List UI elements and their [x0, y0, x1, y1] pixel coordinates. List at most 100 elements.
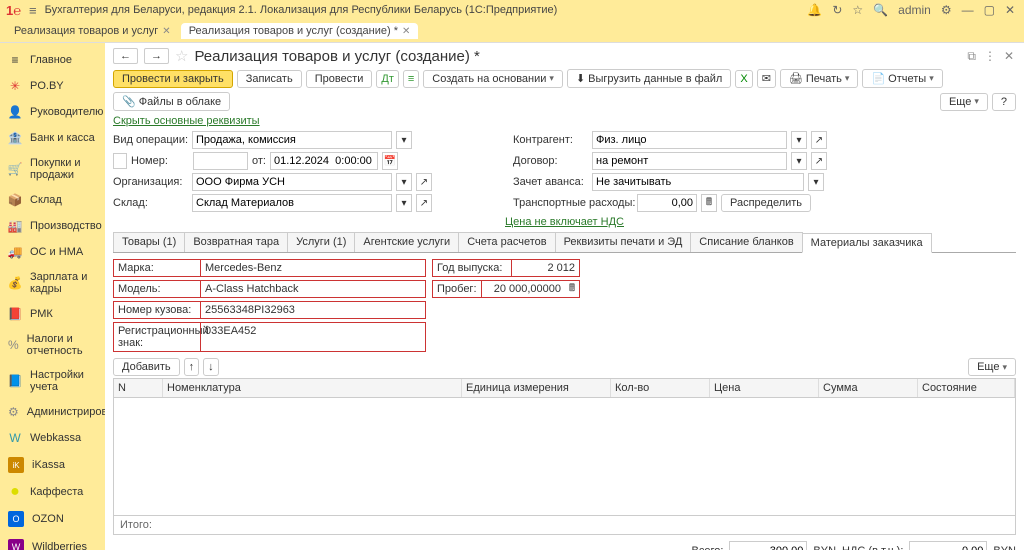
star-icon[interactable]: ☆ — [852, 3, 863, 17]
tab-close-icon[interactable]: ✕ — [162, 26, 170, 37]
sidebar-item-kaffesta[interactable]: ●Каффеста — [0, 479, 105, 505]
op-type-field[interactable] — [192, 131, 392, 149]
trans-field[interactable] — [637, 194, 697, 212]
dropdown-icon[interactable]: ▾ — [396, 173, 412, 191]
hide-main-link[interactable]: Скрыть основные реквизиты — [113, 115, 260, 127]
sidebar-item-taxes[interactable]: %Налоги и отчетность — [0, 327, 105, 363]
org-field[interactable] — [192, 173, 392, 191]
dt-kt-list-icon[interactable]: ≡ — [403, 70, 419, 88]
search-icon[interactable]: 🔍 — [873, 3, 888, 17]
tab-close-icon[interactable]: ✕ — [402, 26, 410, 37]
col-unit[interactable]: Единица измерения — [462, 379, 611, 397]
date-field[interactable] — [270, 152, 378, 170]
history-icon[interactable]: ↻ — [832, 3, 842, 17]
year-field[interactable]: 2 012 — [512, 260, 579, 276]
wh-field[interactable] — [192, 194, 392, 212]
minimize-icon[interactable]: — — [962, 3, 974, 17]
col-n[interactable]: N — [114, 379, 163, 397]
dropdown-icon[interactable]: ▾ — [396, 131, 412, 149]
sidebar-item-manager[interactable]: 👤Руководителю — [0, 99, 105, 125]
add-row-button[interactable]: Добавить — [113, 358, 180, 376]
open-tab-1[interactable]: Реализация товаров и услуг (создание) *✕ — [181, 23, 419, 39]
sidebar-item-settings[interactable]: 📘Настройки учета — [0, 363, 105, 399]
nav-fwd[interactable]: → — [144, 48, 169, 64]
excel-icon[interactable]: X — [735, 70, 752, 88]
open-icon[interactable]: ↗ — [416, 173, 432, 191]
move-up-icon[interactable]: ↑ — [184, 358, 200, 376]
offset-field[interactable] — [592, 173, 804, 191]
vin-field[interactable]: 25563348PI32963 — [201, 302, 425, 318]
calendar-icon[interactable]: 📅 — [382, 152, 398, 170]
nav-back[interactable]: ← — [113, 48, 138, 64]
more-button[interactable]: Еще — [940, 93, 988, 111]
doc-tab-1[interactable]: Возвратная тара — [184, 232, 288, 252]
dog-field[interactable] — [592, 152, 787, 170]
post-button[interactable]: Провести — [306, 70, 373, 88]
ctr-field[interactable] — [592, 131, 787, 149]
open-icon[interactable]: ↗ — [811, 152, 827, 170]
brand-field[interactable]: Mercedes-Benz — [201, 260, 425, 276]
doc-tab-0[interactable]: Товары (1) — [113, 232, 185, 252]
dropdown-icon[interactable]: ▾ — [791, 131, 807, 149]
post-close-button[interactable]: Провести и закрыть — [113, 70, 233, 88]
sidebar-item-ozon[interactable]: OOZON — [0, 505, 105, 533]
open-tab-0[interactable]: Реализация товаров и услуг✕ — [6, 23, 179, 39]
save-button[interactable]: Записать — [237, 70, 302, 88]
distribute-button[interactable]: Распределить — [721, 194, 811, 212]
open-icon[interactable]: ↗ — [811, 131, 827, 149]
menu-icon[interactable]: ≡ — [29, 3, 37, 18]
print-button[interactable]: 🖨 Печать — [780, 69, 859, 88]
sidebar-item-rmk[interactable]: 📕РМК — [0, 301, 105, 327]
calc-icon[interactable]: 🖩 — [565, 281, 579, 297]
help-button[interactable]: ? — [992, 93, 1016, 111]
doc-tab-3[interactable]: Агентские услуги — [354, 232, 459, 252]
table-more-button[interactable]: Еще — [968, 358, 1016, 376]
mileage-field[interactable]: 20 000,00000 — [482, 281, 565, 297]
detach-icon[interactable]: ⧉ — [967, 49, 976, 64]
col-qty[interactable]: Кол-во — [611, 379, 710, 397]
move-down-icon[interactable]: ↓ — [203, 358, 219, 376]
sidebar-item-sales[interactable]: 🛒Покупки и продажи — [0, 151, 105, 187]
sidebar-item-salary[interactable]: 💰Зарплата и кадры — [0, 265, 105, 301]
reports-button[interactable]: 📄 Отчеты — [862, 69, 942, 88]
col-sum[interactable]: Сумма — [819, 379, 918, 397]
col-state[interactable]: Состояние — [918, 379, 1015, 397]
plate-field[interactable]: 033EA452 — [201, 323, 425, 351]
doc-tab-2[interactable]: Услуги (1) — [287, 232, 355, 252]
sidebar-item-ikassa[interactable]: iKiKassa — [0, 451, 105, 479]
doc-tab-4[interactable]: Счета расчетов — [458, 232, 555, 252]
export-button[interactable]: ⬇ Выгрузить данные в файл — [567, 69, 731, 88]
model-field[interactable]: A-Class Hatchback — [201, 281, 425, 297]
dropdown-icon[interactable]: ▾ — [808, 173, 824, 191]
price-vat-link[interactable]: Цена не включает НДС — [505, 216, 624, 228]
num-field[interactable] — [193, 152, 248, 170]
sidebar-item-main[interactable]: ≡Главное — [0, 47, 105, 73]
doc-tab-6[interactable]: Списание бланков — [690, 232, 802, 252]
dropdown-icon[interactable]: ▾ — [791, 152, 807, 170]
doc-tab-7[interactable]: Материалы заказчика — [802, 233, 932, 253]
dropdown-icon[interactable]: ▾ — [396, 194, 412, 212]
calc-icon[interactable]: 🖩 — [701, 194, 717, 212]
close-icon[interactable]: ✕ — [1004, 49, 1014, 64]
dt-kt-icon[interactable]: Дт — [376, 70, 399, 88]
menu-icon[interactable]: ⋮ — [984, 49, 996, 64]
user-label[interactable]: admin — [898, 3, 931, 17]
sidebar-item-poby[interactable]: ✳PO.BY — [0, 73, 105, 99]
doc-tab-5[interactable]: Реквизиты печати и ЭД — [555, 232, 692, 252]
sidebar-item-wildberries[interactable]: WWildberries — [0, 533, 105, 550]
settings-icon[interactable]: ⚙ — [941, 3, 952, 17]
sidebar-item-webkassa[interactable]: WWebkassa — [0, 425, 105, 451]
table-body[interactable] — [114, 398, 1015, 515]
col-nom[interactable]: Номенклатура — [163, 379, 462, 397]
edo-icon[interactable]: ✉ — [757, 69, 776, 88]
sidebar-item-warehouse[interactable]: 📦Склад — [0, 187, 105, 213]
sidebar-item-bank[interactable]: 🏦Банк и касса — [0, 125, 105, 151]
favorite-icon[interactable]: ☆ — [175, 47, 188, 65]
bell-icon[interactable]: 🔔 — [807, 3, 822, 17]
sidebar-item-admin[interactable]: ⚙Администрирование — [0, 399, 105, 425]
sidebar-item-assets[interactable]: 🚚ОС и НМА — [0, 239, 105, 265]
files-button[interactable]: 📎 Файлы в облаке — [113, 92, 230, 111]
lock-icon[interactable] — [113, 153, 127, 169]
open-icon[interactable]: ↗ — [416, 194, 432, 212]
sidebar-item-production[interactable]: 🏭Производство — [0, 213, 105, 239]
